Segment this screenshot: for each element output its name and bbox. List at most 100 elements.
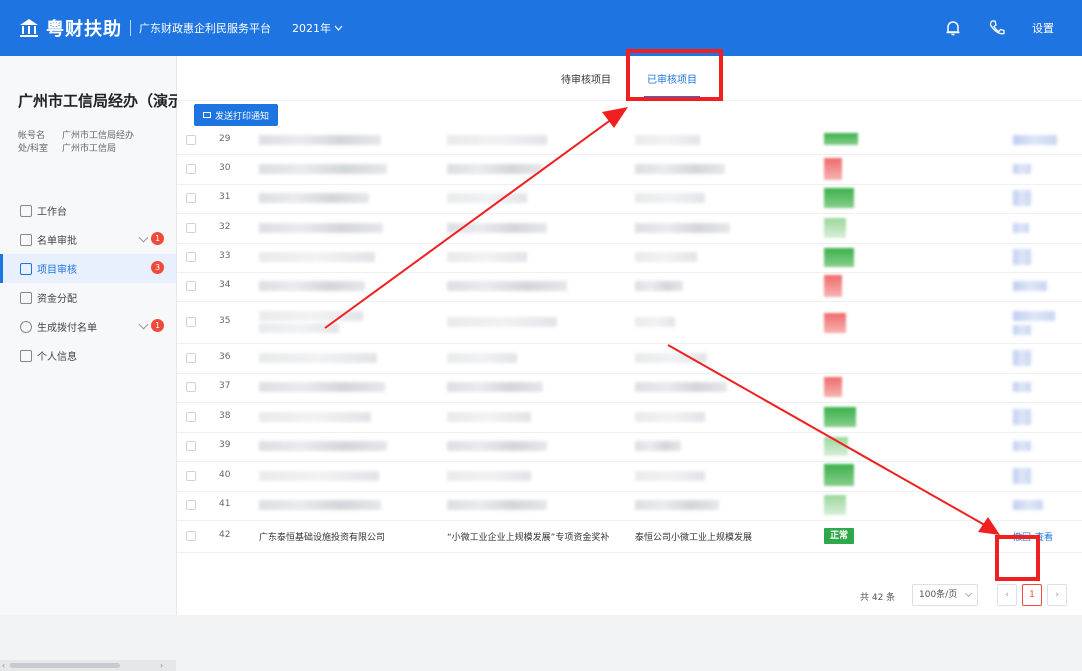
blurred-declarant bbox=[635, 223, 730, 233]
scrollbar-thumb[interactable] bbox=[10, 663, 120, 668]
view-link[interactable]: 查看 bbox=[1035, 530, 1053, 543]
row-number: 42 bbox=[219, 530, 231, 540]
next-page-button[interactable]: › bbox=[1047, 584, 1067, 606]
send-print-notice-button[interactable]: 发送打印通知 bbox=[194, 104, 278, 126]
page-number-button[interactable]: 1 bbox=[1022, 584, 1042, 606]
row-number: 32 bbox=[219, 222, 231, 232]
sidebar-horizontal-scrollbar[interactable]: ‹ › bbox=[0, 660, 176, 671]
tab-pending-review[interactable]: 待审核项目 bbox=[561, 71, 611, 86]
chevron-down-icon bbox=[138, 319, 149, 330]
blurred-company bbox=[259, 164, 387, 174]
bell-icon[interactable] bbox=[944, 19, 962, 37]
row-checkbox[interactable] bbox=[186, 135, 196, 145]
blurred-actions[interactable] bbox=[1013, 190, 1031, 206]
row-checkbox[interactable] bbox=[186, 500, 196, 510]
sidebar-menu: 工作台 名单审批 1 项目审核 3 资金分配 生成拨付名单 1 个人信息 bbox=[0, 196, 176, 370]
table-row[interactable]: 35 bbox=[177, 301, 1082, 344]
blurred-actions-line2[interactable] bbox=[1013, 325, 1031, 335]
table-row[interactable]: 36 bbox=[177, 343, 1082, 374]
list-icon bbox=[20, 233, 32, 246]
row-checkbox[interactable] bbox=[186, 382, 196, 392]
table-row[interactable]: 32 bbox=[177, 213, 1082, 244]
row-checkbox[interactable] bbox=[186, 531, 196, 541]
row-checkbox[interactable] bbox=[186, 412, 196, 422]
blurred-actions[interactable] bbox=[1013, 350, 1031, 366]
table-row[interactable]: 33 bbox=[177, 243, 1082, 273]
table-row[interactable]: 38 bbox=[177, 402, 1082, 433]
blurred-actions[interactable] bbox=[1013, 409, 1031, 425]
fund-icon bbox=[20, 291, 32, 304]
settings-link[interactable]: 设置 bbox=[1032, 20, 1054, 36]
table-row[interactable]: 39 bbox=[177, 432, 1082, 462]
row-checkbox[interactable] bbox=[186, 317, 196, 327]
blurred-company bbox=[259, 193, 369, 203]
sidebar-item-list-approval[interactable]: 名单审批 1 bbox=[0, 225, 176, 254]
blurred-project bbox=[447, 412, 531, 422]
table-row[interactable]: 30 bbox=[177, 154, 1082, 185]
sidebar-item-label: 项目审核 bbox=[37, 265, 77, 276]
table-row[interactable]: 40 bbox=[177, 461, 1082, 492]
declarant-project: 泰恒公司小微工业上规模发展 bbox=[635, 533, 753, 543]
blurred-actions[interactable] bbox=[1013, 281, 1047, 291]
blurred-status bbox=[824, 437, 848, 456]
blurred-declarant bbox=[635, 441, 681, 451]
row-checkbox[interactable] bbox=[186, 353, 196, 363]
sidebar-item-workbench[interactable]: 工作台 bbox=[0, 196, 176, 225]
table-row[interactable]: 34 bbox=[177, 272, 1082, 302]
scroll-left-arrow-icon[interactable]: ‹ bbox=[2, 661, 5, 670]
phone-icon[interactable] bbox=[988, 19, 1006, 37]
row-checkbox[interactable] bbox=[186, 164, 196, 174]
row-number: 36 bbox=[219, 352, 231, 362]
row-number: 40 bbox=[219, 470, 231, 480]
withdraw-link[interactable]: 撤回 bbox=[1013, 530, 1031, 543]
blurred-project bbox=[447, 281, 567, 291]
row-checkbox[interactable] bbox=[186, 281, 196, 291]
blurred-actions[interactable] bbox=[1013, 135, 1057, 145]
notification-badge: 1 bbox=[151, 319, 164, 332]
platform-name: 广东财政惠企利民服务平台 bbox=[139, 22, 271, 35]
blurred-actions[interactable] bbox=[1013, 468, 1031, 484]
org-name: 广州市工信局经办（演示） bbox=[18, 92, 199, 110]
blurred-project bbox=[447, 500, 547, 510]
page-size-select[interactable]: 100条/页 bbox=[912, 584, 978, 606]
table-row[interactable]: 42 广东泰恒基础设施投资有限公司 “小微工业企业上规模发展”专项资金奖补 泰恒… bbox=[177, 520, 1082, 553]
scroll-right-arrow-icon[interactable]: › bbox=[160, 661, 163, 670]
blurred-status bbox=[824, 133, 858, 145]
blurred-actions[interactable] bbox=[1013, 311, 1055, 321]
blurred-status bbox=[824, 464, 854, 486]
active-tab-indicator bbox=[644, 96, 700, 98]
table-row[interactable]: 29 bbox=[177, 126, 1082, 155]
blurred-actions[interactable] bbox=[1013, 249, 1031, 265]
year-selector[interactable]: 2021年 bbox=[292, 20, 343, 36]
row-checkbox[interactable] bbox=[186, 252, 196, 262]
blurred-declarant bbox=[635, 164, 725, 174]
table-row[interactable]: 41 bbox=[177, 491, 1082, 521]
payment-icon bbox=[20, 320, 32, 333]
review-icon bbox=[20, 262, 32, 275]
row-number: 39 bbox=[219, 440, 231, 450]
row-checkbox[interactable] bbox=[186, 193, 196, 203]
sidebar-item-personal-info[interactable]: 个人信息 bbox=[0, 341, 176, 370]
blurred-status bbox=[824, 218, 846, 238]
blurred-actions[interactable] bbox=[1013, 500, 1043, 510]
table-row[interactable]: 37 bbox=[177, 373, 1082, 403]
tab-reviewed[interactable]: 已审核项目 bbox=[647, 71, 697, 86]
sidebar-item-payment-list[interactable]: 生成拨付名单 1 bbox=[0, 312, 176, 341]
row-checkbox[interactable] bbox=[186, 471, 196, 481]
blurred-company bbox=[259, 223, 383, 233]
table-row[interactable]: 31 bbox=[177, 184, 1082, 214]
id-card-icon bbox=[20, 349, 32, 362]
row-checkbox[interactable] bbox=[186, 441, 196, 451]
blurred-actions[interactable] bbox=[1013, 164, 1031, 174]
sidebar-item-project-review[interactable]: 项目审核 3 bbox=[0, 254, 176, 283]
sidebar-item-fund-allocation[interactable]: 资金分配 bbox=[0, 283, 176, 312]
blurred-project bbox=[447, 252, 527, 262]
blurred-actions[interactable] bbox=[1013, 382, 1031, 392]
account-info: 帐号名 广州市工信局经办 处/科室 广州市工信局 bbox=[18, 130, 134, 156]
blurred-actions[interactable] bbox=[1013, 441, 1031, 451]
blurred-actions[interactable] bbox=[1013, 223, 1029, 233]
row-checkbox[interactable] bbox=[186, 223, 196, 233]
blurred-project bbox=[447, 193, 527, 203]
prev-page-button[interactable]: ‹ bbox=[997, 584, 1017, 606]
blurred-status bbox=[824, 377, 842, 397]
